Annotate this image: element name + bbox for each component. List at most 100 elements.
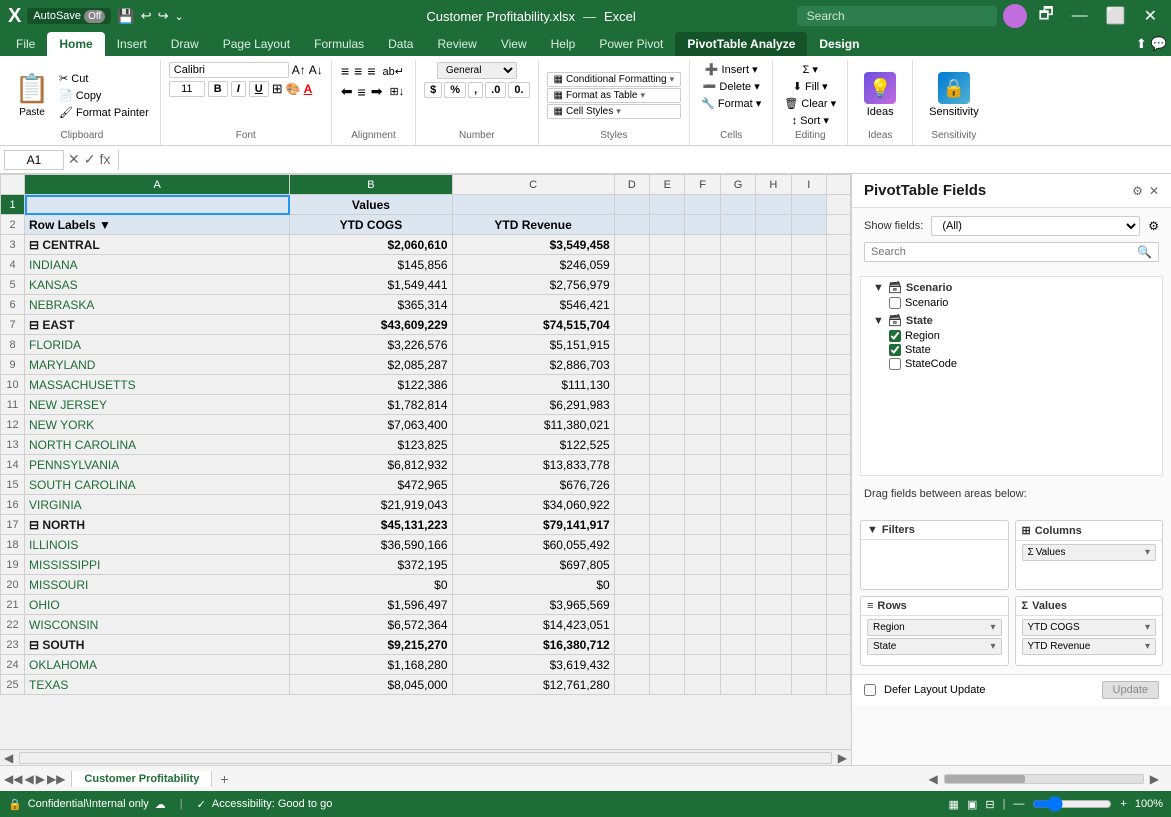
accept-formula-icon[interactable]: ✓ xyxy=(84,151,96,168)
cell-14-5[interactable] xyxy=(650,455,685,475)
cell-7-3[interactable]: $74,515,704 xyxy=(452,315,614,335)
cell-5-6[interactable] xyxy=(685,275,720,295)
scroll-right-button[interactable]: ▶ xyxy=(834,751,851,765)
update-button[interactable]: Update xyxy=(1102,681,1159,699)
cell-22-4[interactable] xyxy=(614,615,649,635)
zoom-out-button[interactable]: — xyxy=(1013,798,1024,810)
cell-1-8[interactable] xyxy=(756,195,791,215)
row-header-17[interactable]: 17 xyxy=(1,515,25,535)
cell-18-5[interactable] xyxy=(650,535,685,555)
cell-16-3[interactable]: $34,060,922 xyxy=(452,495,614,515)
italic-button[interactable]: I xyxy=(231,81,246,97)
cell-9-3[interactable]: $2,886,703 xyxy=(452,355,614,375)
region-chip-dropdown[interactable]: ▾ xyxy=(990,622,995,633)
cell-10-1[interactable]: MASSACHUSETTS xyxy=(25,375,290,395)
cell-23-9[interactable] xyxy=(791,635,826,655)
cell-25-4[interactable] xyxy=(614,675,649,695)
cell-14-1[interactable]: PENNSYLVANIA xyxy=(25,455,290,475)
cell-12-7[interactable] xyxy=(720,415,755,435)
cf-dropdown-arrow[interactable]: ▾ xyxy=(670,74,675,85)
maximize-icon[interactable]: ⬜ xyxy=(1100,6,1132,26)
cell-7-4[interactable] xyxy=(614,315,649,335)
cell-3-2[interactable]: $2,060,610 xyxy=(290,235,452,255)
cell-7-2[interactable]: $43,609,229 xyxy=(290,315,452,335)
cell-15-4[interactable] xyxy=(614,475,649,495)
zoom-slider[interactable] xyxy=(1032,796,1112,812)
cell-20-7[interactable] xyxy=(720,575,755,595)
cell-10-7[interactable] xyxy=(720,375,755,395)
cell-4-9[interactable] xyxy=(791,255,826,275)
cell-18-2[interactable]: $36,590,166 xyxy=(290,535,452,555)
cell-3-9[interactable] xyxy=(791,235,826,255)
sensitivity-button[interactable]: 🔒 Sensitivity xyxy=(921,68,987,122)
align-center-button[interactable]: ≡ xyxy=(357,83,367,101)
decrease-decimal-button[interactable]: 0. xyxy=(508,82,529,98)
cell-17-3[interactable]: $79,141,917 xyxy=(452,515,614,535)
cell-11-2[interactable]: $1,782,814 xyxy=(290,395,452,415)
tab-nav-last[interactable]: ▶▶ xyxy=(47,772,65,786)
cell-17-2[interactable]: $45,131,223 xyxy=(290,515,452,535)
insert-function-icon[interactable]: fx xyxy=(99,151,110,168)
cell-19-1[interactable]: MISSISSIPPI xyxy=(25,555,290,575)
cell-13-8[interactable] xyxy=(756,435,791,455)
cell-1-4[interactable] xyxy=(614,195,649,215)
cell-15-3[interactable]: $676,726 xyxy=(452,475,614,495)
cell-22-6[interactable] xyxy=(685,615,720,635)
merge-center-button[interactable]: ⊞↓ xyxy=(386,84,407,99)
add-sheet-button[interactable]: + xyxy=(212,769,236,789)
align-left-button[interactable]: ⬅ xyxy=(340,82,354,101)
row-header-15[interactable]: 15 xyxy=(1,475,25,495)
pivot-search-input[interactable] xyxy=(871,246,1133,258)
show-fields-dropdown[interactable]: (All) xyxy=(931,216,1140,236)
cell-8-4[interactable] xyxy=(614,335,649,355)
cell-13-5[interactable] xyxy=(650,435,685,455)
fill-button[interactable]: ⬇ Fill ▾ xyxy=(790,79,831,94)
cell-7-9[interactable] xyxy=(791,315,826,335)
row-header-4[interactable]: 4 xyxy=(1,255,25,275)
underline-button[interactable]: U xyxy=(249,81,269,97)
align-top-center-button[interactable]: ≡ xyxy=(353,62,363,80)
row-header-24[interactable]: 24 xyxy=(1,655,25,675)
cell-23-2[interactable]: $9,215,270 xyxy=(290,635,452,655)
row-header-23[interactable]: 23 xyxy=(1,635,25,655)
cell-9-2[interactable]: $2,085,287 xyxy=(290,355,452,375)
cell-10-4[interactable] xyxy=(614,375,649,395)
cell-23-6[interactable] xyxy=(685,635,720,655)
cell-2-7[interactable] xyxy=(720,215,755,235)
cell-1-9[interactable] xyxy=(791,195,826,215)
cell-25-1[interactable]: TEXAS xyxy=(25,675,290,695)
cell-24-4[interactable] xyxy=(614,655,649,675)
cell-17-1[interactable]: ⊟ NORTH xyxy=(25,515,290,535)
cell-15-7[interactable] xyxy=(720,475,755,495)
wrap-text-button[interactable]: ab↵ xyxy=(380,64,407,79)
cell-21-3[interactable]: $3,965,569 xyxy=(452,595,614,615)
cell-19-3[interactable]: $697,805 xyxy=(452,555,614,575)
cell-9-4[interactable] xyxy=(614,355,649,375)
col-header-c[interactable]: C xyxy=(452,175,614,195)
cell-6-9[interactable] xyxy=(791,295,826,315)
cell-21-5[interactable] xyxy=(650,595,685,615)
statecode-checkbox[interactable] xyxy=(889,358,901,370)
row-header-2[interactable]: 2 xyxy=(1,215,25,235)
col-header-g[interactable]: G xyxy=(720,175,755,195)
cell-17-8[interactable] xyxy=(756,515,791,535)
paste-button[interactable]: 📋 Paste xyxy=(12,72,52,118)
cell-15-6[interactable] xyxy=(685,475,720,495)
cell-17-7[interactable] xyxy=(720,515,755,535)
formula-input[interactable] xyxy=(127,151,1167,169)
cell-18-9[interactable] xyxy=(791,535,826,555)
cell-21-8[interactable] xyxy=(756,595,791,615)
cell-24-1[interactable]: OKLAHOMA xyxy=(25,655,290,675)
cell-3-7[interactable] xyxy=(720,235,755,255)
cell-17-6[interactable] xyxy=(685,515,720,535)
cell-20-3[interactable]: $0 xyxy=(452,575,614,595)
cell-13-7[interactable] xyxy=(720,435,755,455)
row-header-6[interactable]: 6 xyxy=(1,295,25,315)
ytd-cogs-dropdown[interactable]: ▾ xyxy=(1145,622,1150,633)
cell-1-6[interactable] xyxy=(685,195,720,215)
accounting-format-button[interactable]: $ xyxy=(424,82,442,98)
quick-access-more[interactable]: ⌄ xyxy=(175,10,184,23)
cell-15-8[interactable] xyxy=(756,475,791,495)
cell-7-1[interactable]: ⊟ EAST xyxy=(25,315,290,335)
cell-3-4[interactable] xyxy=(614,235,649,255)
